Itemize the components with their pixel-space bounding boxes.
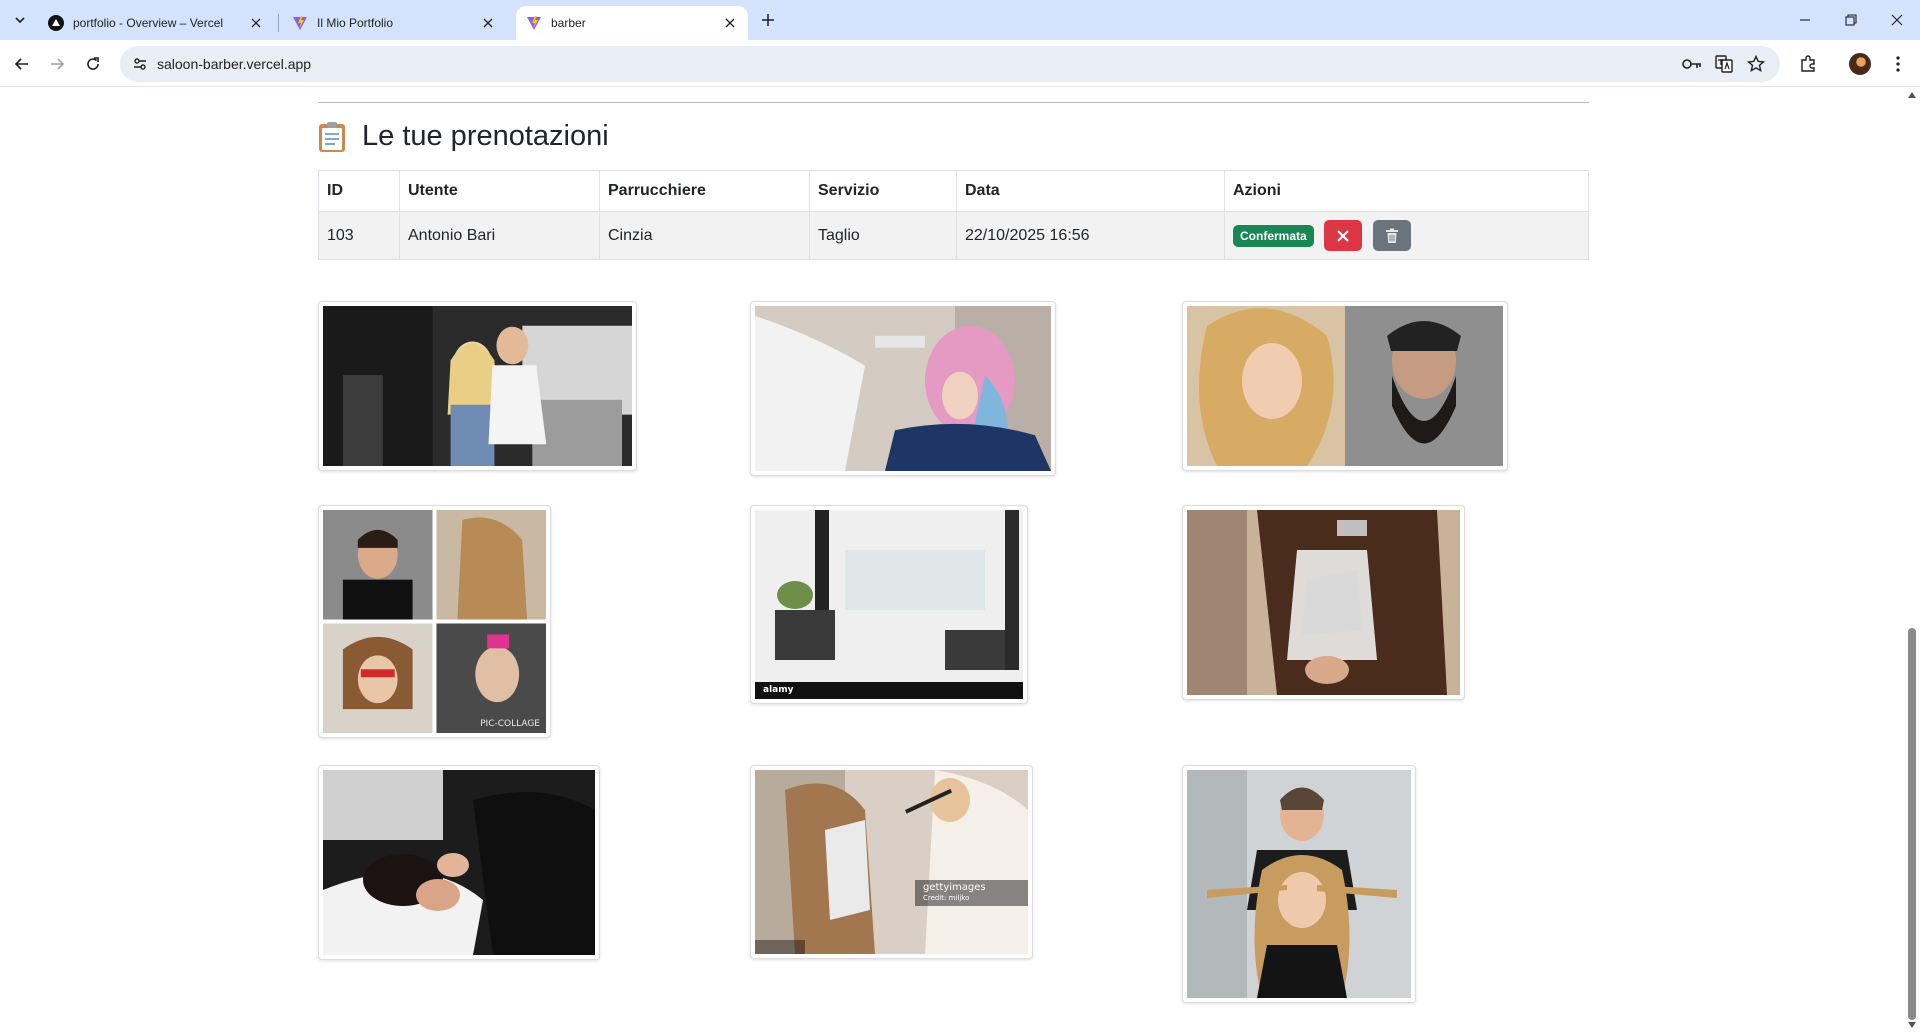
column-header-data: Data [956, 170, 1225, 212]
tab-title: barber [551, 16, 586, 30]
hair-coloring-pink-photo [755, 306, 1051, 471]
gallery-item[interactable]: alamy [750, 505, 1028, 704]
profile-button[interactable] [1846, 50, 1874, 78]
scroll-up-icon[interactable] [1908, 92, 1916, 98]
translate-icon[interactable] [1714, 54, 1734, 74]
column-header-servizio: Servizio [809, 170, 957, 212]
trash-icon [1385, 228, 1398, 243]
tab-title: portfolio - Overview – Vercel [73, 16, 224, 30]
cell-parrucchiere: Cinzia [599, 211, 810, 260]
vite-icon [292, 15, 308, 31]
puzzle-icon [1801, 55, 1815, 72]
gallery-item[interactable] [750, 301, 1056, 476]
site-info-icon[interactable] [130, 54, 150, 74]
delete-booking-button[interactable] [1372, 220, 1411, 251]
cell-servizio: Taglio [809, 211, 957, 260]
cell-data: 22/10/2025 16:56 [956, 211, 1225, 260]
column-header-parrucchiere: Parrucchiere [599, 170, 810, 212]
table-header-row: ID Utente Parrucchiere Servizio Data Azi… [318, 170, 1589, 212]
tab-il-mio-portfolio[interactable]: Il Mio Portfolio [282, 6, 506, 40]
browser-toolbar: saloon-barber.vercel.app [0, 40, 1920, 87]
gallery-item[interactable] [1182, 765, 1416, 1003]
divider [318, 102, 1589, 103]
bookings-section-title: Le tue prenotazioni [318, 120, 609, 153]
credit-text: Credit: miljko [923, 894, 970, 902]
status-badge: Confermata [1233, 224, 1314, 247]
salon-consultation-photo [323, 306, 632, 466]
tab-vercel-overview[interactable]: portfolio - Overview – Vercel [38, 6, 274, 40]
gallery-item[interactable] [318, 301, 637, 471]
gallery-item[interactable] [1182, 301, 1508, 471]
watermark-text: PIC-COLLAGE [480, 719, 540, 729]
browser-menu-button[interactable] [1884, 50, 1912, 78]
gallery-item[interactable] [318, 765, 600, 960]
close-tab-icon[interactable] [722, 15, 738, 31]
close-window-button[interactable] [1874, 0, 1920, 40]
hair-wash-photo [323, 770, 595, 955]
password-key-icon[interactable] [1682, 54, 1702, 74]
table-row: 103 Antonio Bari Cinzia Taglio 22/10/202… [318, 211, 1589, 260]
curly-hair-and-beard-photo [1187, 306, 1503, 466]
close-icon [1337, 229, 1349, 242]
salon-interior-photo: alamy [755, 510, 1023, 699]
arrow-left-icon [14, 58, 28, 70]
cell-utente: Antonio Bari [399, 211, 600, 260]
tab-search-button[interactable] [8, 8, 32, 32]
column-header-utente: Utente [399, 170, 600, 212]
reload-icon [87, 57, 99, 70]
restore-icon [1845, 14, 1857, 26]
url-text: saloon-barber.vercel.app [157, 56, 312, 72]
clipboard-icon [318, 121, 346, 153]
minimize-icon [1800, 19, 1810, 21]
bookmark-star-icon[interactable] [1746, 54, 1766, 74]
scroll-down-icon[interactable] [1908, 1022, 1916, 1028]
stylist-and-client-photo [1187, 770, 1411, 998]
back-button[interactable] [8, 50, 36, 78]
extensions-button[interactable] [1794, 50, 1822, 78]
watermark-text: alamy [763, 685, 794, 695]
scrollbar-thumb[interactable] [1908, 628, 1916, 1020]
new-tab-button[interactable] [756, 8, 780, 32]
chevron-down-icon [15, 17, 25, 24]
cancel-booking-button[interactable] [1324, 220, 1363, 251]
column-header-id: ID [318, 170, 400, 212]
gallery-item[interactable]: PIC-COLLAGE [318, 505, 551, 738]
close-tab-icon[interactable] [480, 15, 496, 31]
browser-tab-strip: portfolio - Overview – Vercel Il Mio Por… [0, 0, 1920, 40]
cell-id: 103 [318, 211, 400, 260]
column-header-azioni: Azioni [1224, 170, 1589, 212]
vite-icon [526, 15, 542, 31]
forward-button[interactable] [43, 50, 71, 78]
close-tab-icon[interactable] [248, 15, 264, 31]
avatar [1849, 53, 1871, 75]
arrow-right-icon [51, 58, 65, 70]
foil-highlights-photo [1187, 510, 1460, 695]
close-icon [1891, 14, 1903, 26]
gallery-item[interactable]: gettyimages Credit: miljko [750, 765, 1033, 959]
address-bar[interactable]: saloon-barber.vercel.app [120, 46, 1780, 82]
vertical-scrollbar[interactable] [1904, 88, 1920, 1032]
bookings-table: ID Utente Parrucchiere Servizio Data Azi… [318, 170, 1589, 260]
gallery-item[interactable] [1182, 505, 1465, 700]
tab-barber[interactable]: barber [516, 6, 748, 40]
vercel-icon [48, 15, 64, 31]
cell-azioni: Confermata [1224, 211, 1589, 260]
minimize-button[interactable] [1782, 0, 1828, 40]
page-viewport: Le tue prenotazioni ID Utente Parrucchie… [0, 88, 1904, 1032]
kebab-menu-icon [1896, 56, 1900, 72]
hair-dye-brush-photo: gettyimages Credit: miljko [755, 770, 1028, 954]
section-title-text: Le tue prenotazioni [362, 120, 609, 152]
watermark-text: gettyimages [923, 882, 986, 893]
tab-title: Il Mio Portfolio [317, 16, 394, 30]
reload-button[interactable] [79, 50, 107, 78]
tab-separator [278, 14, 279, 32]
haircut-collage-photo: PIC-COLLAGE [323, 510, 546, 733]
plus-icon [762, 14, 774, 26]
restore-button[interactable] [1828, 0, 1874, 40]
